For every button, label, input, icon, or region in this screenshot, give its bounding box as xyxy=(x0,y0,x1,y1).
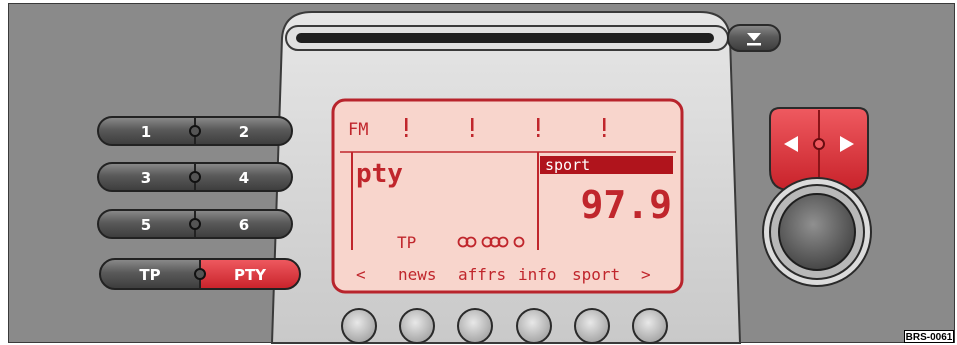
preset-1-label: 1 xyxy=(141,123,151,141)
preset-4-label: 4 xyxy=(239,169,249,187)
softkey-label-news: news xyxy=(398,265,437,284)
softkey-button-4[interactable] xyxy=(516,308,552,344)
tp-indicator: TP xyxy=(397,233,416,252)
softkey-label-prev: < xyxy=(356,265,366,284)
pty-mode-label: pty xyxy=(356,159,403,189)
rocker-pivot xyxy=(189,171,201,183)
band-indicator: FM xyxy=(348,120,368,140)
softkey-label-sport: sport xyxy=(572,265,620,284)
figure-code-label: BRS-0061 xyxy=(904,330,954,343)
tp-pty-button-pair[interactable]: TP PTY xyxy=(99,258,301,290)
softkey-button-5[interactable] xyxy=(574,308,610,344)
preset-2-label: 2 xyxy=(239,123,249,141)
frequency-readout: 97.9 xyxy=(580,183,672,227)
preset-button-pair-1-2[interactable]: 1 2 xyxy=(97,116,293,146)
softkey-label-affrs: affrs xyxy=(458,265,506,284)
volume-knob[interactable] xyxy=(762,177,872,287)
rocker-pivot xyxy=(194,268,206,280)
cd-slot xyxy=(285,25,729,51)
rocker-pivot xyxy=(813,138,825,150)
softkey-button-2[interactable] xyxy=(399,308,435,344)
softkey-button-1[interactable] xyxy=(341,308,377,344)
preset-6-label: 6 xyxy=(239,216,249,234)
softkey-label-info: info xyxy=(518,265,557,284)
rocker-pivot xyxy=(189,218,201,230)
lcd-display: FM pty sport 97.9 TP < news affrs info s… xyxy=(331,98,684,294)
preset-button-pair-5-6[interactable]: 5 6 xyxy=(97,209,293,239)
rocker-pivot xyxy=(189,125,201,137)
softkey-label-next: > xyxy=(641,265,651,284)
preset-5-label: 5 xyxy=(141,216,151,234)
preset-3-label: 3 xyxy=(141,169,151,187)
radio-faceplate-illustration: 1 2 3 4 5 6 TP PTY FM pty sport 97.9 TP … xyxy=(0,0,957,345)
category-highlight-text: sport xyxy=(545,156,590,174)
softkey-button-6[interactable] xyxy=(632,308,668,344)
tp-button-label: TP xyxy=(139,266,160,284)
pty-button-label: PTY xyxy=(234,266,267,284)
eject-button[interactable] xyxy=(727,24,781,52)
radio-graphic: 1 2 3 4 5 6 TP PTY FM pty sport 97.9 TP … xyxy=(97,11,872,344)
softkey-button-3[interactable] xyxy=(457,308,493,344)
preset-button-pair-3-4[interactable]: 3 4 xyxy=(97,162,293,192)
